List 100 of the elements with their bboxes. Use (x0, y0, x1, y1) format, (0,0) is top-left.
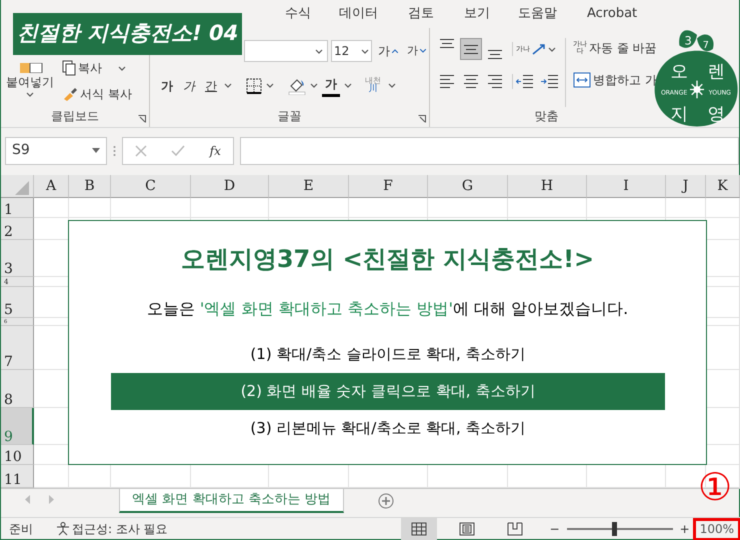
banner-title: 친절한 지식충전소! 04 (13, 13, 242, 55)
accessibility-icon (56, 522, 70, 536)
list-item: (2) 화면 배율 숫자 클릭으로 확대, 축소하기 (111, 373, 665, 410)
row-header[interactable]: 7 (4, 355, 13, 369)
status-text: 준비 (9, 521, 33, 538)
center-align-icon (464, 74, 478, 88)
close-icon (135, 144, 148, 156)
page-layout-icon (458, 522, 475, 536)
caret-icon[interactable] (118, 66, 126, 71)
sheet-tab[interactable]: 엑셀 화면 확대하고 축소하는 방법 (119, 489, 344, 513)
column-header[interactable]: E (269, 175, 349, 198)
menu-tab[interactable]: 검토 (408, 4, 434, 24)
font-color-button[interactable]: 가 (322, 74, 340, 97)
view-button[interactable] (400, 518, 437, 540)
dropdown-icon[interactable] (92, 148, 100, 153)
fill-color-icon[interactable] (288, 76, 306, 94)
group-label: 클립보드 (50, 108, 100, 125)
logo-text: 오 (670, 62, 688, 82)
caret-icon[interactable] (361, 48, 369, 54)
grow-font-button[interactable]: 가 (375, 41, 401, 61)
menu-tab[interactable]: 보기 (464, 4, 490, 24)
copy-icon (62, 60, 76, 76)
group-label: 맞춤 (534, 108, 560, 125)
checkmark-icon (171, 144, 186, 156)
caret-icon[interactable] (266, 83, 274, 88)
align-button[interactable] (460, 38, 482, 60)
column-header[interactable]: I (587, 175, 666, 198)
decrease-indent-button[interactable] (512, 74, 536, 88)
column-header[interactable]: H (508, 175, 587, 198)
paste-button[interactable]: 붙여넣기 (3, 62, 57, 92)
launcher-icon[interactable] (138, 115, 146, 123)
logo-text: 지 (670, 104, 688, 124)
menu-tab[interactable]: 수식 (285, 4, 311, 24)
caret-icon[interactable] (548, 46, 556, 52)
group-label: 글꼴 (276, 108, 302, 125)
normal-view-icon (410, 522, 427, 536)
font-name-field[interactable] (244, 40, 328, 62)
caret-icon[interactable] (26, 92, 34, 97)
page-break-icon (506, 522, 523, 536)
italic-button[interactable]: 가 (180, 76, 198, 96)
diagonal-arrow-icon (532, 43, 546, 55)
column-header[interactable]: B (69, 175, 111, 198)
row-header[interactable]: 9 (4, 430, 13, 444)
merge-icon (573, 72, 591, 88)
caret-icon[interactable] (224, 83, 232, 88)
down-caret-icon (420, 49, 426, 53)
add-icon[interactable] (378, 493, 394, 509)
slider-thumb[interactable] (612, 522, 618, 536)
column-header[interactable]: K (706, 175, 740, 198)
column-header[interactable]: C (111, 175, 191, 198)
column-header[interactable]: D (191, 175, 269, 198)
bottom-align-icon (488, 50, 502, 59)
font-size-field[interactable]: 12 (330, 40, 372, 62)
launcher-icon[interactable] (418, 115, 426, 123)
name-box[interactable]: S9 (5, 136, 107, 164)
shrink-font-button[interactable]: 가 (404, 42, 429, 60)
zoom-percent-button[interactable]: 100% (692, 518, 740, 540)
row-header[interactable]: 2 (4, 225, 13, 239)
logo-text: 3 (684, 34, 692, 48)
paintbrush-icon (62, 87, 78, 101)
column-header[interactable]: F (349, 175, 428, 198)
right-align-icon (488, 74, 502, 88)
bold-button[interactable]: 가 (158, 76, 176, 96)
column-header[interactable]: A (34, 175, 69, 198)
column-header[interactable]: G (428, 175, 508, 198)
phonetic-button[interactable]: 내천 川 (362, 76, 384, 95)
menu-tab[interactable]: 도움말 (518, 4, 557, 24)
menu-tab[interactable]: Acrobat (587, 4, 638, 24)
menu-tab[interactable]: 데이터 (339, 4, 378, 24)
intro-text: 오늘은 '엑셀 화면 확대하고 축소하는 방법'에 대해 알아보겠습니다. (146, 298, 630, 320)
zoom-out-button[interactable]: − (546, 519, 563, 539)
list-item: (1) 확대/축소 슬라이드로 확대, 축소하기 (249, 344, 527, 366)
row-header[interactable]: 1 (4, 203, 13, 217)
caret-icon[interactable] (310, 83, 318, 88)
list-item: (3) 리본메뉴 확대/축소로 확대, 축소하기 (249, 418, 527, 440)
middle-align-icon (464, 44, 478, 54)
indent-icon (516, 74, 533, 88)
increase-indent-button[interactable] (538, 74, 561, 88)
sheet-title: 오렌지영37의 <친절한 지식충전소!> (180, 244, 596, 275)
logo-text: 7 (702, 40, 709, 52)
underline-button[interactable]: 간 (202, 76, 220, 96)
row-header[interactable]: 5 (4, 303, 13, 317)
top-align-icon (440, 39, 454, 48)
caret-icon[interactable] (344, 83, 352, 88)
formula-input[interactable] (240, 136, 739, 164)
caret-icon[interactable] (388, 83, 396, 88)
border-icon[interactable] (246, 78, 262, 94)
zoom-in-button[interactable]: + (676, 519, 693, 539)
accessibility-button[interactable]: 접근성: 조사 필요 (53, 519, 171, 539)
logo-text: 렌 (707, 62, 726, 82)
caret-icon[interactable] (314, 48, 323, 54)
column-header[interactable]: J (666, 175, 706, 198)
row-header[interactable]: 3 (4, 262, 13, 276)
format-painter-button[interactable]: 서식 복사 (59, 84, 135, 104)
insert-function-button[interactable]: fx (206, 140, 224, 160)
merge-center-button[interactable]: 병합하고 가 (570, 70, 660, 90)
annotation-marker: ① (697, 466, 733, 508)
copy-button[interactable]: 복사 (59, 58, 135, 78)
row-header[interactable]: 8 (4, 393, 13, 407)
indent-icon (541, 74, 558, 88)
